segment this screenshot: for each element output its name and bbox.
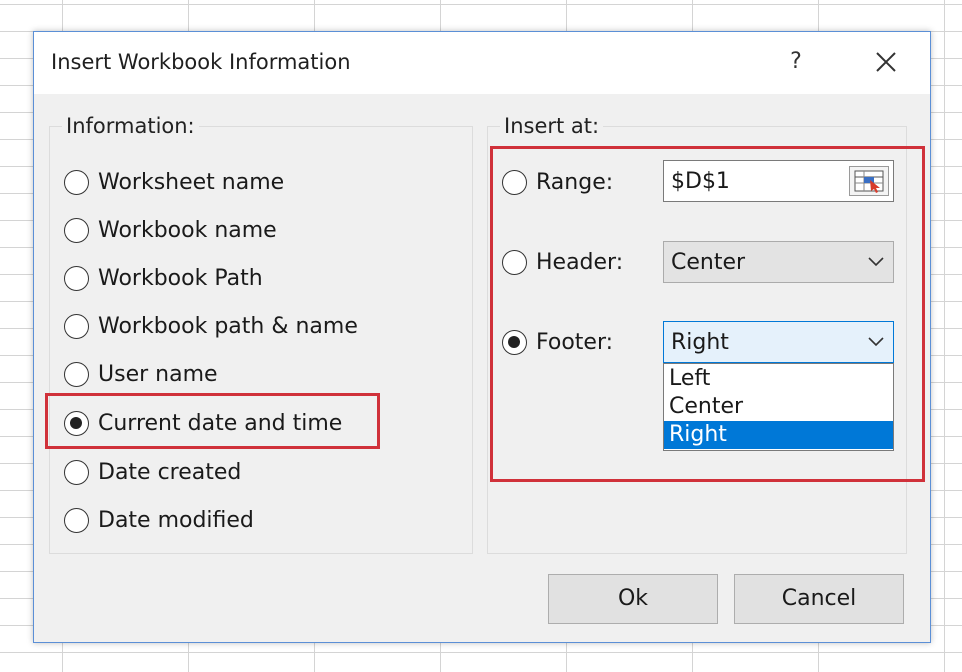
range-option[interactable]: Range: (502, 166, 613, 198)
footer-label: Footer: (536, 329, 614, 355)
footer-option[interactable]: Footer: (502, 326, 613, 358)
range-input[interactable]: $D$1 (663, 160, 894, 202)
close-icon (876, 52, 896, 72)
radio-button[interactable] (64, 313, 89, 339)
option-date-modified[interactable]: Date modified (64, 504, 254, 536)
option-label: Workbook name (98, 217, 277, 243)
chevron-down-icon (868, 257, 884, 267)
option-user-name[interactable]: User name (64, 358, 218, 390)
radio-button[interactable] (502, 249, 527, 275)
option-workbook-path[interactable]: Workbook Path (64, 262, 263, 294)
range-picker-button[interactable] (849, 166, 889, 196)
information-legend: Information: (62, 114, 199, 138)
dropdown-item-center[interactable]: Center (664, 393, 893, 421)
option-workbook-path-and-name[interactable]: Workbook path & name (64, 310, 358, 342)
insert-at-legend: Insert at: (500, 114, 604, 138)
title-bar: Insert Workbook Information ? (34, 32, 930, 94)
close-button[interactable] (868, 44, 904, 80)
option-label: Worksheet name (98, 169, 285, 195)
insert-at-group: Insert at: Range: $D$1 Header: Center Fo… (487, 114, 907, 554)
information-group: Information: Worksheet name Workbook nam… (49, 114, 473, 554)
cancel-button[interactable]: Cancel (734, 574, 904, 624)
option-label: Current date and time (98, 410, 343, 436)
radio-button[interactable] (64, 169, 89, 195)
radio-button[interactable] (64, 265, 89, 291)
radio-button-checked[interactable] (64, 410, 89, 436)
range-value: $D$1 (671, 169, 730, 194)
option-label: Workbook Path (98, 265, 263, 291)
header-label: Header: (536, 249, 624, 275)
option-worksheet-name[interactable]: Worksheet name (64, 166, 284, 198)
option-current-date-and-time[interactable]: Current date and time (64, 407, 342, 439)
header-select-value: Center (671, 250, 746, 275)
radio-button[interactable] (64, 361, 89, 387)
footer-select-value: Right (671, 330, 729, 355)
option-workbook-name[interactable]: Workbook name (64, 214, 277, 246)
header-option[interactable]: Header: (502, 246, 623, 278)
range-select-icon (854, 170, 884, 193)
option-label: User name (98, 361, 218, 387)
chevron-down-icon (868, 337, 884, 347)
option-date-created[interactable]: Date created (64, 456, 241, 488)
footer-dropdown-list: Left Center Right (663, 363, 894, 451)
option-label: Workbook path & name (98, 313, 358, 339)
option-label: Date created (98, 459, 242, 485)
radio-button[interactable] (502, 169, 527, 195)
radio-button[interactable] (64, 459, 89, 485)
header-select[interactable]: Center (663, 241, 894, 283)
dropdown-item-left[interactable]: Left (664, 365, 893, 393)
footer-select[interactable]: Right (663, 321, 894, 363)
insert-workbook-information-dialog: Insert Workbook Information ? Informatio… (33, 31, 931, 643)
help-button[interactable]: ? (780, 46, 812, 78)
radio-button[interactable] (64, 507, 89, 533)
ok-button[interactable]: Ok (548, 574, 718, 624)
dialog-title: Insert Workbook Information (51, 50, 351, 74)
dropdown-item-right[interactable]: Right (664, 421, 893, 449)
radio-button-checked[interactable] (502, 329, 527, 355)
range-label: Range: (536, 169, 614, 195)
option-label: Date modified (98, 507, 254, 533)
radio-button[interactable] (64, 217, 89, 243)
